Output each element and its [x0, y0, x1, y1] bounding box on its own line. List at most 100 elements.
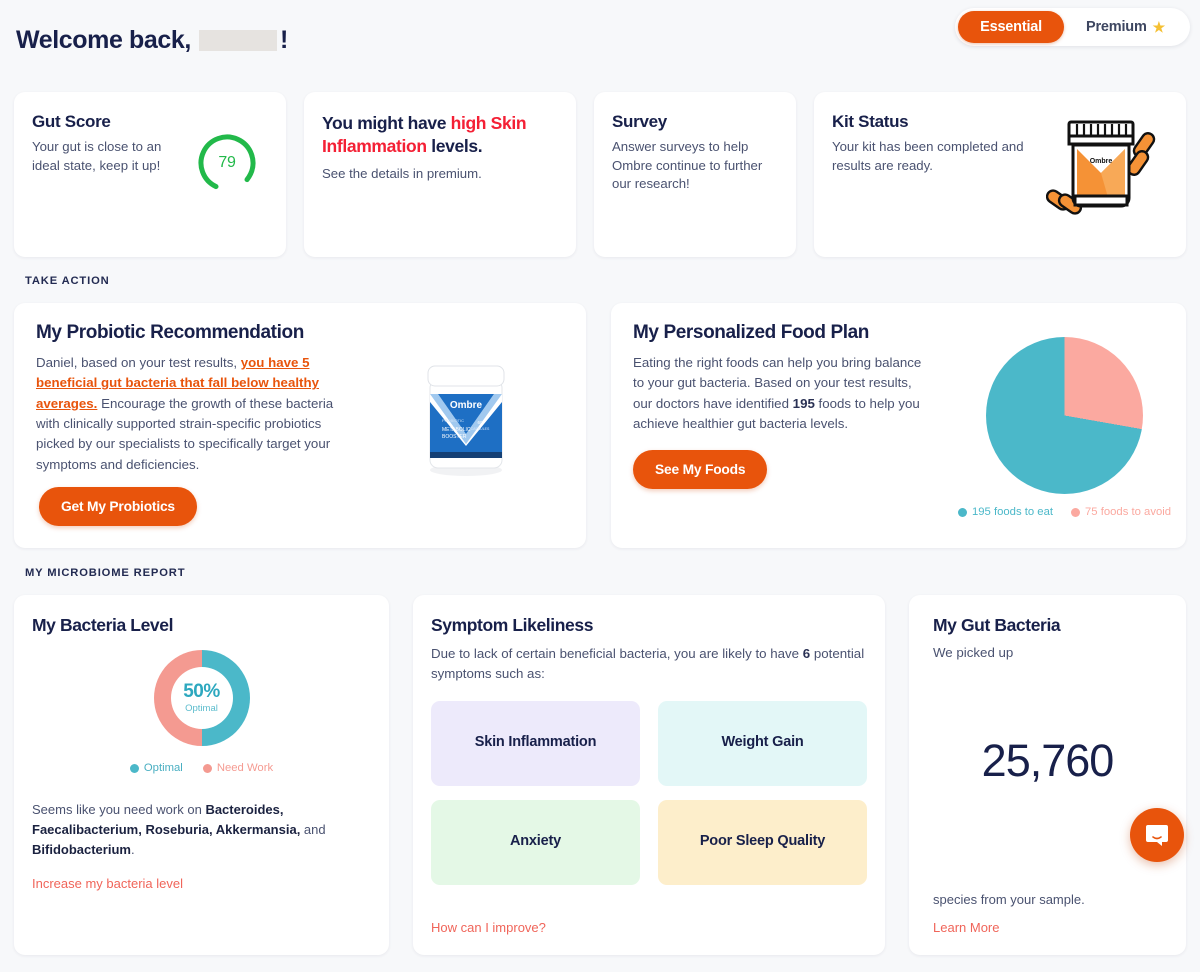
- page-header: Welcome back, ! Essential Premium ★: [0, 0, 1200, 78]
- chat-bubble-icon: [1146, 825, 1168, 846]
- symptom-alert-subtitle: See the details in premium.: [322, 165, 482, 181]
- section-label-microbiome-report: MY MICROBIOME REPORT: [25, 567, 186, 579]
- legend-label-avoid: 75 foods to avoid: [1085, 506, 1172, 518]
- symptom-alert-post: levels.: [426, 136, 483, 157]
- gut-score-gauge: 79: [196, 132, 258, 194]
- legend-dot-optimal-icon: [129, 763, 139, 773]
- gut-score-title: Gut Score: [32, 112, 111, 131]
- card-probiotic-recommendation[interactable]: My Probiotic Recommendation Daniel, base…: [14, 303, 586, 548]
- card-survey[interactable]: Survey Answer surveys to help Ombre cont…: [594, 92, 796, 257]
- food-plan-count: 195: [792, 395, 815, 411]
- symptom-tile-label: Poor Sleep Quality: [699, 833, 826, 850]
- card-bacteria-level[interactable]: My Bacteria Level 50% Optimal Optimal Ne…: [14, 595, 389, 955]
- survey-subtitle: Answer surveys to help Ombre continue to…: [612, 139, 763, 192]
- svg-text:60: 60: [477, 420, 483, 425]
- card-food-plan[interactable]: My Personalized Food Plan Eating the rig…: [611, 303, 1186, 548]
- how-can-i-improve-link[interactable]: How can I improve?: [431, 920, 546, 935]
- card-symptom-alert[interactable]: You might have high Skin Inflammation le…: [304, 92, 576, 257]
- svg-text:Ombre: Ombre: [1090, 158, 1113, 165]
- symptom-alert-headline: You might have high Skin Inflammation le…: [322, 112, 558, 159]
- bacteria-level-donut-chart: 50% Optimal Optimal Need Work: [32, 650, 371, 774]
- donut-percent: 50%: [183, 681, 220, 702]
- get-my-probiotics-button[interactable]: Get My Probiotics: [39, 487, 197, 526]
- legend-label-need-work: Need Work: [216, 762, 274, 774]
- chat-launcher-button[interactable]: [1130, 808, 1184, 862]
- card-symptom-likeliness[interactable]: Symptom Likeliness Due to lack of certai…: [413, 595, 885, 955]
- gut-bacteria-trail: species from your sample.: [933, 892, 1085, 907]
- bacteria-level-note: Seems like you need work on Bacteroides,…: [32, 800, 371, 860]
- bacteria-note-pre: Seems like you need work on: [32, 802, 206, 817]
- svg-text:Ombre: Ombre: [450, 400, 483, 411]
- symptom-tiles-grid: Skin Inflammation Weight Gain Anxiety Po…: [431, 700, 867, 885]
- gut-bacteria-lead: We picked up: [933, 645, 1014, 660]
- probiotic-text-1: Daniel, based on your test results,: [36, 355, 241, 370]
- symptom-tile-label: Anxiety: [510, 833, 561, 850]
- gut-score-value: 79: [218, 154, 236, 171]
- tab-premium-label: Premium: [1085, 19, 1147, 35]
- supplement-jar-icon: Ombre: [1045, 114, 1164, 222]
- symptom-desc-pre: Due to lack of certain beneficial bacter…: [431, 646, 803, 661]
- pie-legend: 195 foods to eat 75 foods to avoid: [957, 506, 1171, 518]
- svg-text:CAPSULES: CAPSULES: [471, 427, 490, 431]
- donut-slices: 50% Optimal: [153, 650, 250, 746]
- learn-more-link[interactable]: Learn More: [933, 920, 999, 935]
- legend-dot-need-work-icon: [202, 763, 212, 773]
- kit-status-subtitle: Your kit has been completed and results …: [832, 139, 1024, 173]
- card-gut-score[interactable]: Gut Score Your gut is close to an ideal …: [14, 92, 286, 257]
- section-label-take-action: TAKE ACTION: [25, 275, 110, 287]
- symptom-tile-poor-sleep-quality[interactable]: Poor Sleep Quality: [658, 799, 867, 885]
- legend-label-eat: 195 foods to eat: [971, 506, 1053, 518]
- see-my-foods-button[interactable]: See My Foods: [633, 450, 768, 490]
- kit-status-title: Kit Status: [832, 112, 909, 131]
- bacteria-level-title: My Bacteria Level: [32, 615, 174, 635]
- legend-optimal: Optimal: [129, 762, 183, 774]
- see-my-foods-label: See My Foods: [655, 462, 746, 478]
- tab-premium[interactable]: Premium ★: [1064, 11, 1187, 43]
- symptom-tile-skin-inflammation[interactable]: Skin Inflammation: [431, 700, 640, 786]
- food-plan-pie-chart: 195 foods to eat 75 foods to avoid: [957, 337, 1171, 518]
- tab-essential[interactable]: Essential: [958, 11, 1064, 43]
- legend-label-optimal: Optimal: [143, 762, 183, 774]
- symptom-tile-label: Skin Inflammation: [474, 734, 597, 751]
- increase-bacteria-level-link[interactable]: Increase my bacteria level: [32, 876, 183, 891]
- welcome-text: Welcome back,: [16, 26, 191, 54]
- symptom-likeliness-title: Symptom Likeliness: [431, 615, 594, 635]
- take-action-row: My Probiotic Recommendation Daniel, base…: [14, 303, 1186, 548]
- svg-text:METABOLIC: METABOLIC: [442, 427, 471, 433]
- symptom-likeliness-description: Due to lack of certain beneficial bacter…: [431, 644, 867, 685]
- symptom-tile-label: Weight Gain: [721, 734, 804, 751]
- gut-score-subtitle: Your gut is close to an ideal state, kee…: [32, 139, 162, 173]
- legend-foods-to-eat: 195 foods to eat: [957, 506, 1053, 518]
- svg-text:PROBIOTIC: PROBIOTIC: [442, 418, 464, 423]
- food-plan-description: Eating the right foods can help you brin…: [633, 353, 923, 434]
- card-kit-status[interactable]: Kit Status Your kit has been completed a…: [814, 92, 1186, 257]
- star-icon: ★: [1152, 19, 1166, 35]
- donut-legend: Optimal Need Work: [32, 762, 371, 774]
- legend-foods-to-avoid: 75 foods to avoid: [1071, 506, 1171, 518]
- summary-cards-row: Gut Score Your gut is close to an ideal …: [14, 92, 1186, 257]
- microbiome-report-row: My Bacteria Level 50% Optimal Optimal Ne…: [14, 595, 1186, 955]
- legend-dot-avoid-icon: [1071, 507, 1080, 517]
- page-title: Welcome back, !: [16, 26, 288, 55]
- get-my-probiotics-label: Get My Probiotics: [61, 499, 175, 514]
- gut-bacteria-count: 25,760: [981, 735, 1115, 787]
- symptom-alert-pre: You might have: [322, 113, 451, 133]
- symptom-tile-anxiety[interactable]: Anxiety: [431, 799, 640, 885]
- legend-dot-eat-icon: [957, 507, 967, 517]
- gut-bacteria-title: My Gut Bacteria: [933, 615, 1061, 635]
- bacteria-note-end: .: [130, 842, 135, 858]
- donut-sublabel: Optimal: [185, 703, 218, 714]
- bacteria-note-mid: and: [300, 822, 326, 838]
- tab-essential-label: Essential: [980, 19, 1042, 35]
- plan-toggle[interactable]: Essential Premium ★: [955, 8, 1190, 46]
- survey-title: Survey: [612, 112, 667, 131]
- probiotic-jar-image: Ombre PROBIOTIC METABOLIC BOOSTER 60 CAP…: [418, 358, 514, 478]
- svg-text:BOOSTER: BOOSTER: [442, 434, 467, 440]
- card-gut-bacteria[interactable]: My Gut Bacteria We picked up 25,760 spec…: [909, 595, 1186, 955]
- legend-need-work: Need Work: [202, 762, 274, 774]
- symptom-tile-weight-gain[interactable]: Weight Gain: [658, 700, 867, 786]
- probiotic-title: My Probiotic Recommendation: [36, 322, 304, 343]
- probiotic-description: Daniel, based on your test results, you …: [36, 353, 346, 475]
- donut-center: 50% Optimal: [170, 667, 233, 729]
- pie-slices: [986, 337, 1143, 494]
